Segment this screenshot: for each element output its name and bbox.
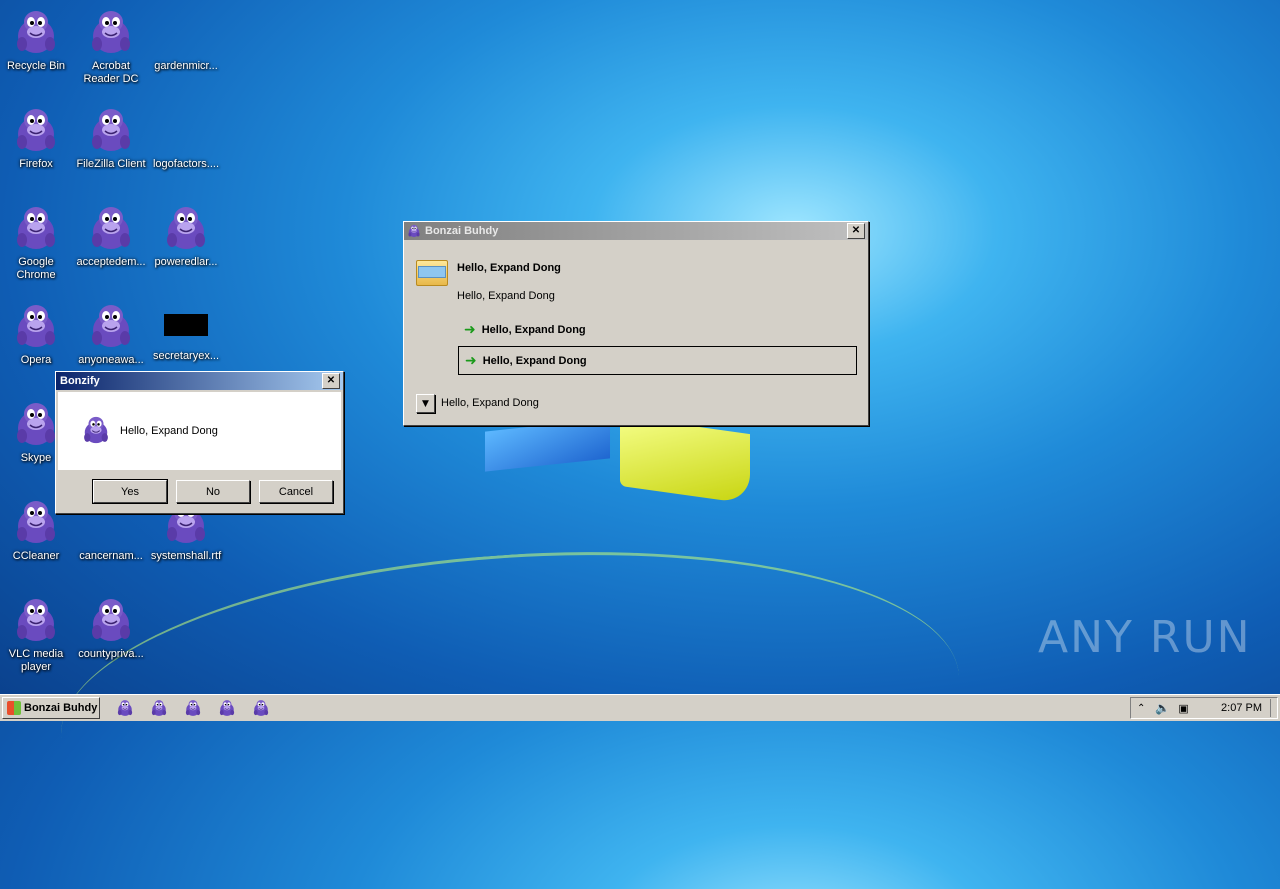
bonzi-gorilla-icon[interactable] — [150, 699, 168, 717]
desktop-icon-acrobat[interactable]: Acrobat Reader DC — [73, 8, 149, 86]
black-thumbnail-icon — [164, 314, 208, 336]
bonzi-gorilla-icon — [162, 204, 210, 252]
desktop-icon-label: Google Chrome — [16, 256, 56, 281]
bonzi-gorilla-icon — [12, 204, 60, 252]
clock[interactable]: 2:07 PM — [1221, 702, 1262, 714]
desktop-icon-label: gardenmicr... — [154, 60, 218, 72]
desktop-icon-countypriva[interactable]: countypriva... — [73, 596, 149, 661]
window-title: Bonzai Buhdy — [425, 225, 499, 237]
chevron-up-icon[interactable]: ⌃ — [1137, 703, 1145, 714]
desktop-icon-chrome[interactable]: Google Chrome — [0, 204, 74, 282]
show-desktop-button[interactable] — [1270, 699, 1277, 717]
command-link-label: Hello, Expand Dong — [482, 354, 587, 367]
desktop-icon-label: Firefox — [19, 158, 53, 170]
bonzi-gorilla-icon[interactable] — [252, 699, 270, 717]
desktop-icon-label: secretaryex... — [152, 350, 220, 362]
command-link-label: Hello, Expand Dong — [481, 324, 586, 336]
dialog-heading: Hello, Expand Dong — [457, 262, 561, 274]
folder-icon — [416, 256, 448, 286]
chevron-down-icon: ▼ — [422, 398, 429, 409]
desktop-icon-label: countypriva... — [78, 648, 144, 660]
close-button[interactable]: ✕ — [322, 373, 340, 389]
expand-details-button[interactable]: ▼ — [416, 394, 435, 413]
desktop-icon-poweredlar[interactable]: poweredlar... — [148, 204, 224, 269]
command-link-1[interactable]: ➜ Hello, Expand Dong — [458, 318, 856, 342]
wallpaper-logo-blue — [485, 418, 610, 472]
dialog-subtext: Hello, Expand Dong — [457, 290, 555, 302]
windows-logo-icon — [7, 701, 21, 715]
command-link-2[interactable]: ➜ Hello, Expand Dong — [458, 346, 857, 375]
bonzify-titlebar[interactable]: Bonzify ✕ — [56, 372, 343, 390]
desktop-icon-label: FileZilla Client — [76, 158, 146, 170]
desktop-icon-secretaryex[interactable]: secretaryex... — [148, 302, 224, 363]
start-button[interactable]: Bonzai Buhdy — [2, 697, 100, 719]
desktop-icon-label: Recycle Bin — [6, 60, 66, 72]
footer-text: Hello, Expand Dong — [441, 397, 539, 409]
desktop-icon-label: Opera — [20, 354, 52, 366]
bonzi-gorilla-icon[interactable] — [116, 699, 134, 717]
app-icon — [407, 224, 421, 238]
desktop-icon-label: acceptedem... — [76, 256, 146, 268]
bonzi-gorilla-icon — [87, 8, 135, 56]
desktop-icon-label: cancernam... — [79, 550, 143, 562]
desktop-icon-acceptedem[interactable]: acceptedem... — [73, 204, 149, 269]
desktop-icon-gardenmicr[interactable]: gardenmicr... — [148, 8, 224, 73]
anyrun-watermark: ANY RUN — [1038, 612, 1252, 663]
close-button[interactable]: ✕ — [847, 223, 865, 239]
bonzai-buhdy-window: Bonzai Buhdy ✕ Hello, Expand Dong Hello,… — [403, 221, 869, 426]
desktop-icon-anyoneawa[interactable]: anyoneawa... — [73, 302, 149, 367]
bonzi-gorilla-icon[interactable] — [218, 699, 236, 717]
desktop-icon-recycle-bin[interactable]: Recycle Bin — [0, 8, 74, 73]
bonzi-gorilla-icon — [12, 106, 60, 154]
desktop-icon-label: Acrobat Reader DC — [83, 60, 139, 85]
start-label: Bonzai Buhdy — [24, 702, 98, 714]
desktop-icon-label: anyoneawa... — [78, 354, 144, 366]
bonzi-gorilla-icon[interactable] — [184, 699, 202, 717]
taskbar: Bonzai Buhdy ⌃ 🔈 ▣ 2:07 PM — [0, 694, 1280, 721]
blank-file-icon — [162, 106, 210, 154]
bonzi-gorilla-icon — [87, 596, 135, 644]
desktop-icon-label: systemshall.rtf — [150, 550, 222, 562]
message-text: Hello, Expand Dong — [120, 425, 218, 437]
desktop-icon-label: CCleaner — [12, 550, 60, 562]
desktop-icon-filezilla[interactable]: FileZilla Client — [73, 106, 149, 171]
desktop-icon-opera[interactable]: Opera — [0, 302, 74, 367]
bonzi-gorilla-icon — [12, 400, 60, 448]
desktop-icon-label: VLC media player — [8, 648, 64, 673]
system-tray: ⌃ 🔈 ▣ 2:07 PM — [1130, 697, 1278, 719]
desktop-icon-label: poweredlar... — [154, 256, 218, 268]
green-arrow-icon: ➜ — [464, 322, 476, 338]
window-title: Bonzify — [60, 375, 100, 387]
bonzi-gorilla-icon — [81, 414, 111, 446]
wallpaper-logo-yellow — [620, 415, 750, 505]
desktop-icon-firefox[interactable]: Firefox — [0, 106, 74, 171]
bonzi-gorilla-icon — [12, 596, 60, 644]
network-warning-icon[interactable]: ▣ — [1178, 702, 1188, 715]
green-arrow-icon: ➜ — [465, 352, 477, 369]
desktop-icon-label: Skype — [20, 452, 52, 464]
desktop-icon-vlc[interactable]: VLC media player — [0, 596, 74, 674]
message-area: Hello, Expand Dong — [58, 392, 341, 470]
bonzify-window: Bonzify ✕ Hello, Expand Dong Yes No Canc… — [55, 371, 344, 514]
cancel-button[interactable]: Cancel — [259, 480, 333, 503]
desktop-icon-logofactors[interactable]: logofactors.... — [148, 106, 224, 171]
bonzi-gorilla-icon — [12, 498, 60, 546]
yes-button[interactable]: Yes — [92, 479, 168, 504]
bonzi-gorilla-icon — [12, 302, 60, 350]
blank-file-icon — [162, 8, 210, 56]
bonzi-gorilla-icon — [12, 8, 60, 56]
bonzi-gorilla-icon — [87, 302, 135, 350]
bonzai-buhdy-titlebar[interactable]: Bonzai Buhdy ✕ — [404, 222, 868, 240]
bonzi-gorilla-icon — [87, 106, 135, 154]
desktop-icon-label: logofactors.... — [152, 158, 220, 170]
speaker-icon[interactable]: 🔈 — [1155, 701, 1170, 715]
bonzi-gorilla-icon — [87, 204, 135, 252]
no-button[interactable]: No — [176, 480, 250, 503]
